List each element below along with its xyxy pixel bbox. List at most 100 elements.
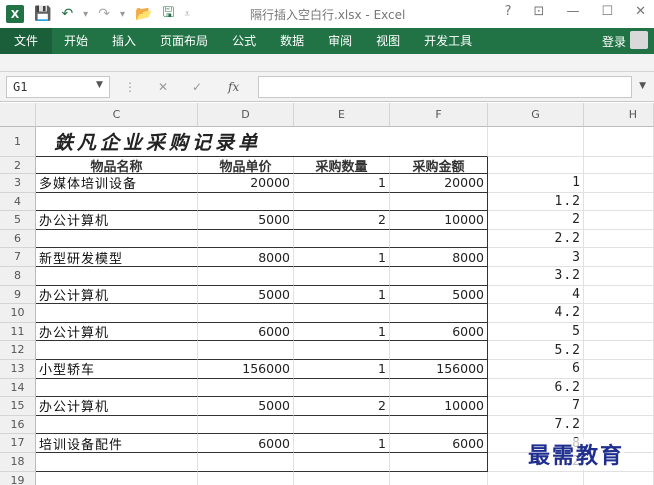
cell-c5[interactable]: 办公计算机 xyxy=(36,211,198,230)
tab-home[interactable]: 开始 xyxy=(52,28,100,54)
cell-g19[interactable] xyxy=(488,471,584,485)
cell-h19[interactable] xyxy=(584,471,654,485)
cell-d15[interactable]: 5000 xyxy=(198,397,294,416)
cell-d10[interactable] xyxy=(198,304,294,323)
cell-c6[interactable] xyxy=(36,229,198,249)
row-header-3[interactable]: 3 xyxy=(0,174,36,193)
ribbon-display-button[interactable]: ⊡ xyxy=(534,4,545,19)
row-header-17[interactable]: 17 xyxy=(0,434,36,453)
cell-e13[interactable]: 1 xyxy=(294,360,390,379)
cell-h3[interactable] xyxy=(584,174,654,193)
insert-function-icon[interactable]: fx xyxy=(228,80,239,94)
cell-d18[interactable] xyxy=(198,453,294,472)
row-header-7[interactable]: 7 xyxy=(0,248,36,267)
row-header-14[interactable]: 14 xyxy=(0,378,36,398)
cell-g10[interactable]: 4.2 xyxy=(488,304,584,323)
cell-h9[interactable] xyxy=(584,285,654,305)
cell-e17[interactable]: 1 xyxy=(294,434,390,453)
minimize-button[interactable]: — xyxy=(566,4,579,19)
cell-e15[interactable]: 2 xyxy=(294,397,390,416)
column-header-h[interactable]: H xyxy=(584,103,654,127)
cell-d3[interactable]: 20000 xyxy=(198,174,294,193)
cell-h2[interactable] xyxy=(584,157,654,174)
cell-e3[interactable]: 1 xyxy=(294,174,390,193)
column-title[interactable]: 采购数量 xyxy=(294,157,390,175)
column-header-f[interactable]: F xyxy=(390,103,488,127)
cell-h4[interactable] xyxy=(584,192,654,212)
cell-c8[interactable] xyxy=(36,267,198,286)
cell-f12[interactable] xyxy=(390,341,488,360)
cell-g16[interactable]: 7.2 xyxy=(488,415,584,435)
name-box-dropdown-icon[interactable]: ▼ xyxy=(96,80,103,90)
tab-formulas[interactable]: 公式 xyxy=(220,28,268,54)
cell-d7[interactable]: 8000 xyxy=(198,248,294,267)
cell-g8[interactable]: 3.2 xyxy=(488,267,584,286)
cell-f5[interactable]: 10000 xyxy=(390,211,488,230)
cell-d5[interactable]: 5000 xyxy=(198,211,294,230)
cell-g1[interactable] xyxy=(488,127,584,157)
cell-g5[interactable]: 2 xyxy=(488,211,584,230)
cell-c16[interactable] xyxy=(36,415,198,435)
tab-view[interactable]: 视图 xyxy=(364,28,412,54)
cell-f10[interactable] xyxy=(390,304,488,323)
cell-e12[interactable] xyxy=(294,341,390,360)
login-link[interactable]: 登录 xyxy=(602,33,626,50)
enter-icon[interactable]: ✓ xyxy=(192,80,202,94)
tab-page-layout[interactable]: 页面布局 xyxy=(148,28,220,54)
cell-e11[interactable]: 1 xyxy=(294,322,390,342)
column-header-c[interactable]: C xyxy=(36,103,198,127)
column-title[interactable]: 物品单价 xyxy=(198,157,294,175)
column-header-d[interactable]: D xyxy=(198,103,294,127)
cell-e9[interactable]: 1 xyxy=(294,285,390,305)
cell-f8[interactable] xyxy=(390,267,488,286)
avatar[interactable] xyxy=(630,31,648,49)
cell-f6[interactable] xyxy=(390,229,488,249)
cell-c12[interactable] xyxy=(36,341,198,360)
row-header-16[interactable]: 16 xyxy=(0,415,36,435)
cell-d8[interactable] xyxy=(198,267,294,286)
cell-g13[interactable]: 6 xyxy=(488,360,584,379)
cell-e7[interactable]: 1 xyxy=(294,248,390,267)
column-header-g[interactable]: G xyxy=(488,103,584,127)
cell-g7[interactable]: 3 xyxy=(488,248,584,267)
row-header-1[interactable]: 1 xyxy=(0,127,36,157)
cell-h7[interactable] xyxy=(584,248,654,267)
cell-d17[interactable]: 6000 xyxy=(198,434,294,453)
cell-e10[interactable] xyxy=(294,304,390,323)
row-header-10[interactable]: 10 xyxy=(0,304,36,323)
column-header-e[interactable]: E xyxy=(294,103,390,127)
cell-e6[interactable] xyxy=(294,229,390,249)
cell-c17[interactable]: 培训设备配件 xyxy=(36,434,198,453)
cell-f15[interactable]: 10000 xyxy=(390,397,488,416)
cell-c4[interactable] xyxy=(36,192,198,212)
cell-g4[interactable]: 1.2 xyxy=(488,192,584,212)
open-folder-icon[interactable]: 📂 xyxy=(135,6,152,22)
cell-f18[interactable] xyxy=(390,453,488,472)
cell-h11[interactable] xyxy=(584,322,654,342)
row-header-5[interactable]: 5 xyxy=(0,211,36,230)
tab-developer[interactable]: 开发工具 xyxy=(412,28,484,54)
cell-f7[interactable]: 8000 xyxy=(390,248,488,267)
tab-data[interactable]: 数据 xyxy=(268,28,316,54)
column-title[interactable]: 采购金额 xyxy=(390,157,488,175)
formula-input[interactable] xyxy=(258,76,632,98)
cell-e16[interactable] xyxy=(294,415,390,435)
row-header-12[interactable]: 12 xyxy=(0,341,36,360)
cell-f9[interactable]: 5000 xyxy=(390,285,488,305)
cell-h8[interactable] xyxy=(584,267,654,286)
cell-e5[interactable]: 2 xyxy=(294,211,390,230)
cell-h1[interactable] xyxy=(584,127,654,157)
cell-g9[interactable]: 4 xyxy=(488,285,584,305)
cell-h14[interactable] xyxy=(584,378,654,398)
row-header-19[interactable]: 19 xyxy=(0,471,36,485)
cell-g14[interactable]: 6.2 xyxy=(488,378,584,398)
cell-g3[interactable]: 1 xyxy=(488,174,584,193)
save-icon[interactable]: 💾 xyxy=(34,6,51,22)
cell-h10[interactable] xyxy=(584,304,654,323)
cell-f3[interactable]: 20000 xyxy=(390,174,488,193)
name-box[interactable]: G1 xyxy=(6,76,110,98)
redo-dropdown-icon[interactable]: ▾ xyxy=(120,9,125,20)
row-header-11[interactable]: 11 xyxy=(0,322,36,342)
tab-review[interactable]: 审阅 xyxy=(316,28,364,54)
row-header-6[interactable]: 6 xyxy=(0,229,36,249)
